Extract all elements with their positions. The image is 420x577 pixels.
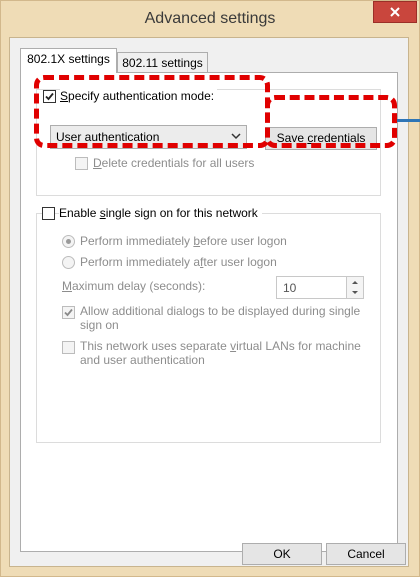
enable-sso-checkbox[interactable] xyxy=(42,207,55,220)
title-bar: Advanced settings xyxy=(1,1,419,37)
enable-sso-label: Enable single sign on for this network xyxy=(59,206,262,220)
cancel-button[interactable]: Cancel xyxy=(326,543,406,565)
delete-credentials-label: Delete credentials for all users xyxy=(93,156,255,170)
maximum-delay-spinner[interactable]: 10 xyxy=(276,276,364,299)
close-button[interactable] xyxy=(373,1,417,23)
ok-button[interactable]: OK xyxy=(242,543,322,565)
delete-credentials-checkbox[interactable] xyxy=(75,157,88,170)
highlight-specify-auth-mode xyxy=(34,75,270,148)
perform-before-logon-radio[interactable] xyxy=(62,235,75,248)
allow-additional-dialogs-label: Allow additional dialogs to be displayed… xyxy=(80,304,361,332)
spinner-up-icon xyxy=(352,281,358,284)
perform-before-logon-label: Perform immediately before user logon xyxy=(80,234,287,248)
close-icon xyxy=(390,7,400,17)
perform-after-logon-radio[interactable] xyxy=(62,256,75,269)
maximum-delay-label: Maximum delay (seconds): xyxy=(62,279,206,293)
spinner-down-icon xyxy=(352,291,358,294)
callout-arrow-line xyxy=(397,119,420,122)
separate-vlans-checkbox[interactable] xyxy=(62,341,75,354)
separate-vlans-label: This network uses separate virtual LANs … xyxy=(80,339,361,367)
window-title: Advanced settings xyxy=(144,10,276,27)
tab-802-1x-settings[interactable]: 802.1X settings xyxy=(20,48,117,73)
radio-selected-dot xyxy=(66,239,71,244)
maximum-delay-value: 10 xyxy=(283,281,297,295)
perform-after-logon-label: Perform immediately after user logon xyxy=(80,255,277,269)
allow-additional-dialogs-checkbox[interactable] xyxy=(62,306,75,319)
spinner-arrows[interactable] xyxy=(346,277,363,298)
tab-802-11-settings[interactable]: 802.11 settings xyxy=(117,52,208,74)
checkmark-icon xyxy=(64,308,73,317)
highlight-save-credentials xyxy=(265,95,397,148)
